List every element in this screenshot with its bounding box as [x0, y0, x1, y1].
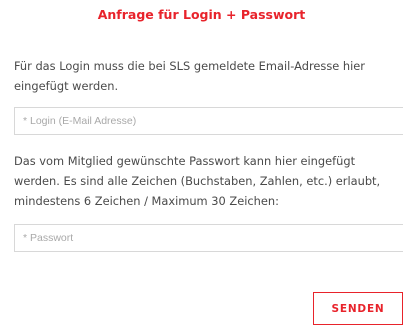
login-email-input[interactable]	[14, 107, 403, 135]
form-title: Anfrage für Login + Passwort	[97, 7, 306, 22]
send-button[interactable]: SENDEN	[313, 292, 403, 325]
password-hint: Das vom Mitglied gewünschte Passwort kan…	[14, 154, 381, 208]
login-hint: Für das Login muss die bei SLS gemeldete…	[14, 59, 365, 93]
password-input[interactable]	[14, 224, 403, 252]
